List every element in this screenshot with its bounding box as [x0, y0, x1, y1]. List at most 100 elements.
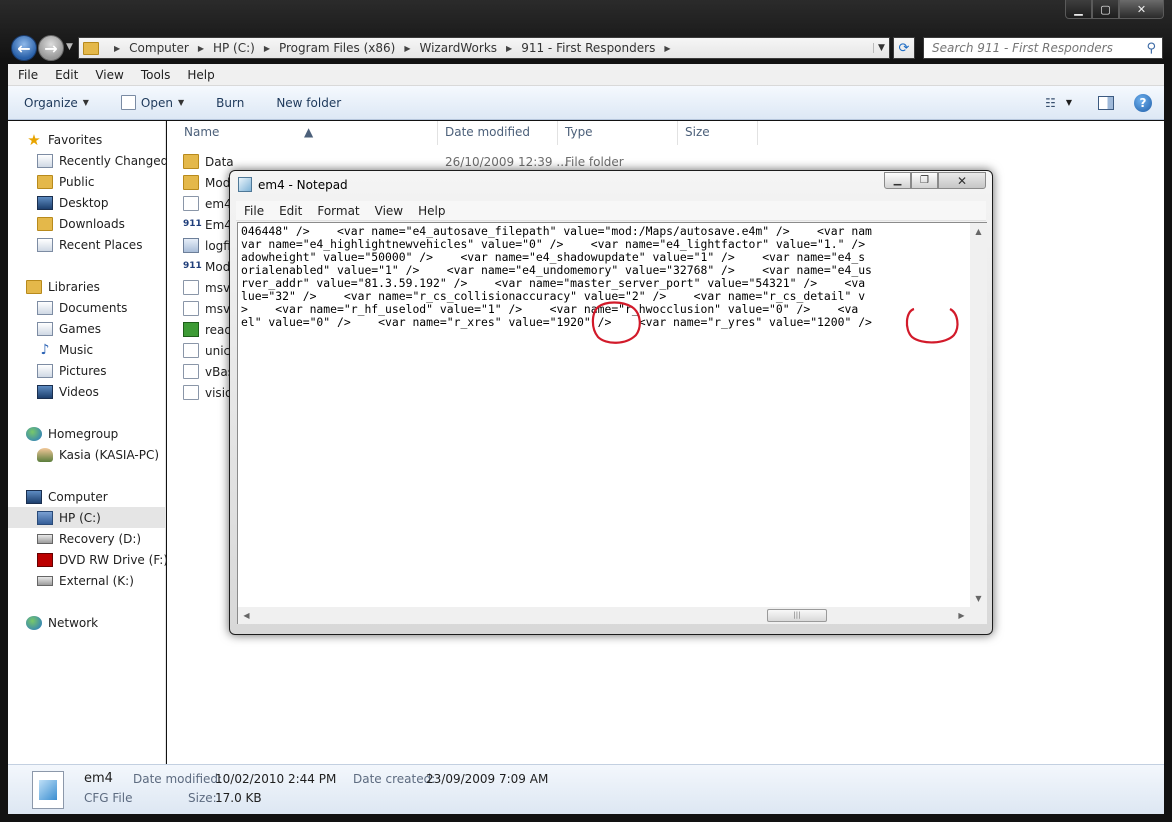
nav-desktop[interactable]: Desktop	[8, 192, 166, 213]
dll-file-icon	[183, 385, 199, 400]
address-bar[interactable]: ▶ Computer ▶ HP (C:) ▶ Program Files (x86)…	[78, 37, 890, 59]
open-button[interactable]: Open ▼	[120, 95, 184, 110]
menu-edit[interactable]: Edit	[55, 68, 78, 82]
details-size-label: Size:	[188, 791, 217, 805]
horizontal-scrollbar[interactable]: ◀ ||| ▶	[237, 607, 970, 624]
nav-public[interactable]: Public	[8, 171, 166, 192]
menu-tools[interactable]: Tools	[141, 68, 171, 82]
nav-kasia[interactable]: Kasia (KASIA-PC)	[8, 444, 166, 465]
nav-computer[interactable]: Computer	[8, 486, 166, 507]
notepad-menu-view[interactable]: View	[375, 204, 403, 218]
notepad-menu-format[interactable]: Format	[317, 204, 359, 218]
burn-button[interactable]: Burn	[216, 96, 244, 110]
file-item[interactable]: logfi	[183, 235, 231, 256]
chevron-right-icon[interactable]: ▶	[114, 44, 120, 53]
column-size[interactable]: Size	[685, 125, 710, 139]
chevron-right-icon[interactable]: ▶	[264, 44, 270, 53]
nav-label: HP (C:)	[59, 510, 101, 525]
chevron-down-icon[interactable]: ▼	[1066, 98, 1072, 107]
preview-pane-icon[interactable]	[1098, 95, 1114, 110]
details-file-name: em4	[84, 771, 113, 786]
recent-pages-dropdown[interactable]: ▼	[66, 42, 73, 52]
nav-recently-changed[interactable]: Recently Changed	[8, 150, 166, 171]
chevron-right-icon[interactable]: ▶	[198, 44, 204, 53]
chevron-right-icon[interactable]: ▶	[506, 44, 512, 53]
notepad-text-area[interactable]: 046448" /> <var name="e4_autosave_filepa…	[237, 222, 970, 607]
nav-music[interactable]: ♪ Music	[8, 339, 166, 360]
notepad-restore-button[interactable]: ❐	[911, 172, 938, 189]
nav-games[interactable]: Games	[8, 318, 166, 339]
file-item-em4[interactable]: em4	[183, 193, 232, 214]
close-button[interactable]: ✕	[1119, 0, 1164, 19]
organize-button[interactable]: Organize ▼	[24, 96, 89, 110]
file-item[interactable]: Mod	[183, 172, 230, 193]
scroll-right-icon[interactable]: ▶	[953, 607, 970, 624]
column-name[interactable]: Name	[184, 125, 219, 139]
nav-downloads[interactable]: Downloads	[8, 213, 166, 234]
forward-button[interactable]: →	[38, 35, 64, 61]
arrow-right-icon: →	[44, 38, 58, 58]
notepad-icon	[238, 177, 252, 192]
search-box[interactable]: ⚲	[923, 37, 1163, 59]
nav-network[interactable]: Network	[8, 612, 166, 633]
nav-videos[interactable]: Videos	[8, 381, 166, 402]
file-item[interactable]: visio	[183, 382, 232, 403]
notepad-menu-edit[interactable]: Edit	[279, 204, 302, 218]
scroll-down-icon[interactable]: ▼	[970, 590, 987, 607]
nav-pictures[interactable]: Pictures	[8, 360, 166, 381]
breadcrumb-program-files[interactable]: Program Files (x86)	[279, 41, 395, 55]
chevron-right-icon[interactable]: ▶	[404, 44, 410, 53]
notepad-minimize-button[interactable]: ▁	[884, 172, 911, 189]
nav-label: Games	[59, 321, 101, 336]
chevron-right-icon[interactable]: ▶	[664, 44, 670, 53]
nav-favorites[interactable]: ★ Favorites	[8, 129, 166, 150]
search-icon[interactable]: ⚲	[1146, 41, 1156, 56]
menu-bar: File Edit View Tools Help	[8, 64, 1164, 86]
scroll-up-icon[interactable]: ▲	[970, 223, 987, 240]
scroll-left-icon[interactable]: ◀	[238, 607, 255, 624]
breadcrumb-wizardworks[interactable]: WizardWorks	[419, 41, 497, 55]
notepad-menu-file[interactable]: File	[244, 204, 264, 218]
maximize-button[interactable]: ▢	[1092, 0, 1119, 19]
nav-libraries[interactable]: Libraries	[8, 276, 166, 297]
back-button[interactable]: ←	[11, 35, 37, 61]
nav-label: Music	[59, 342, 94, 357]
file-item[interactable]: 911 Em4	[183, 214, 232, 235]
nav-external-drive[interactable]: External (K:)	[8, 570, 166, 591]
menu-file[interactable]: File	[18, 68, 38, 82]
nav-hp-drive[interactable]: HP (C:)	[8, 507, 166, 528]
column-date-modified[interactable]: Date modified	[445, 125, 530, 139]
file-name: Em4	[205, 217, 232, 232]
vertical-scrollbar[interactable]: ▲ ▼	[970, 222, 987, 607]
column-type[interactable]: Type	[565, 125, 593, 139]
file-item[interactable]: vBas	[183, 361, 234, 382]
nav-dvd-drive[interactable]: DVD RW Drive (F:) C	[8, 549, 166, 570]
menu-view[interactable]: View	[95, 68, 123, 82]
navigation-bar: ← → ▼ ▶ Computer ▶ HP (C:) ▶ Program Files…	[0, 30, 1172, 62]
minimize-button[interactable]: ▁	[1065, 0, 1092, 19]
notepad-titlebar[interactable]: em4 - Notepad	[238, 177, 348, 192]
nav-recovery-drive[interactable]: Recovery (D:)	[8, 528, 166, 549]
address-dropdown[interactable]: ▼	[873, 43, 889, 53]
nav-recent-places[interactable]: Recent Places	[8, 234, 166, 255]
breadcrumb-911[interactable]: 911 - First Responders	[521, 41, 655, 55]
notepad-menu-help[interactable]: Help	[418, 204, 445, 218]
file-item[interactable]: unic	[183, 340, 230, 361]
search-input[interactable]	[930, 40, 1130, 56]
refresh-button[interactable]: ⟳	[893, 37, 915, 59]
file-item[interactable]: readi	[183, 319, 235, 340]
file-item-data[interactable]: Data 26/10/2009 12:39 ... File folder	[183, 151, 624, 172]
help-icon[interactable]: ?	[1134, 93, 1152, 112]
nav-documents[interactable]: Documents	[8, 297, 166, 318]
computer-icon	[26, 489, 42, 504]
file-item[interactable]: 911 Mod	[183, 256, 230, 277]
breadcrumb-hp-drive[interactable]: HP (C:)	[213, 41, 255, 55]
views-icon[interactable]: ☷	[1045, 96, 1056, 110]
file-date: 26/10/2009 12:39 ...	[445, 154, 568, 169]
nav-homegroup[interactable]: Homegroup	[8, 423, 166, 444]
new-folder-button[interactable]: New folder	[276, 96, 341, 110]
horizontal-scroll-thumb[interactable]: |||	[767, 609, 827, 622]
menu-help[interactable]: Help	[187, 68, 214, 82]
breadcrumb-computer[interactable]: Computer	[129, 41, 189, 55]
notepad-close-button[interactable]: ✕	[938, 172, 986, 189]
